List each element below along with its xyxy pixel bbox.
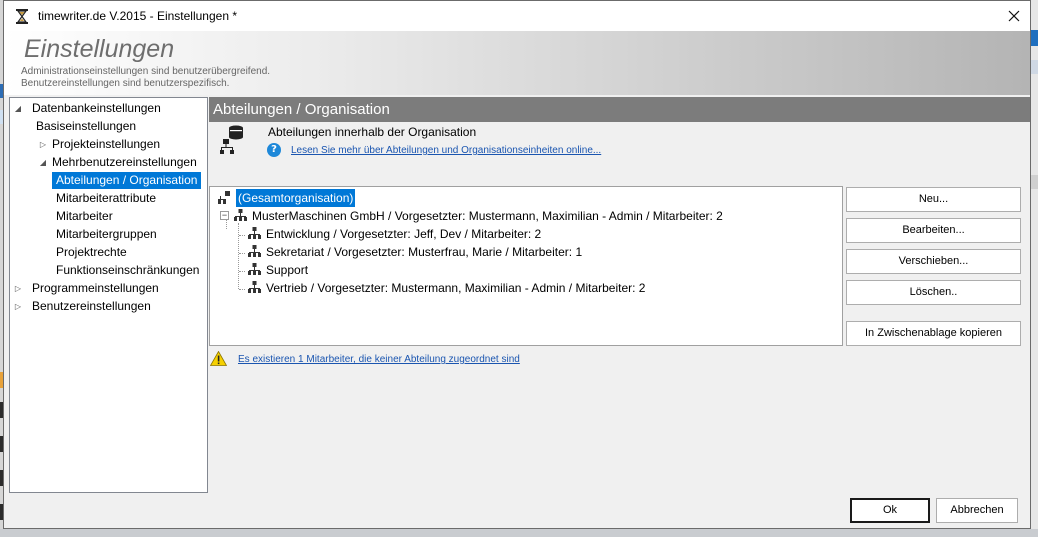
nav-item-label: Abteilungen / Organisation [52, 172, 202, 189]
nav-item-label: Projekteinstellungen [52, 137, 161, 151]
tree-node-label: Vertrieb / Vorgesetzter: Mustermann, Max… [266, 281, 646, 295]
tree-node-label: MusterMaschinen GmbH / Vorgesetzter: Mus… [252, 209, 723, 223]
settings-dialog: timewriter.de V.2015 - Einstellungen * E… [3, 0, 1031, 529]
nav-item-mitarbeitergruppen[interactable]: Mitarbeitergruppen [10, 226, 207, 243]
nav-item-mitarbeiterattribute[interactable]: Mitarbeiterattribute [10, 190, 207, 207]
settings-nav-tree[interactable]: ◢ Datenbankeinstellungen Basiseinstellun… [9, 97, 208, 493]
org-unit-icon [248, 245, 261, 257]
org-unit-icon [234, 209, 247, 221]
nav-item-label: Mitarbeitergruppen [56, 227, 157, 241]
nav-item-label: Benutzereinstellungen [32, 299, 151, 313]
nav-item-abteilungen-organisation[interactable]: Abteilungen / Organisation [10, 172, 207, 189]
new-button[interactable]: Neu... [846, 187, 1021, 212]
header-subtitle-line1: Administrationseinstellungen sind benutz… [21, 66, 271, 77]
expanded-arrow-icon[interactable]: ◢ [38, 154, 48, 171]
tree-node-mustermaschinen[interactable]: − MusterMaschinen GmbH / Vorgesetzter: M… [216, 207, 836, 225]
tree-node-sekretariat[interactable]: Sekretariat / Vorgesetzter: Musterfrau, … [216, 243, 836, 261]
edit-button[interactable]: Bearbeiten... [846, 218, 1021, 243]
nav-item-datenbankeinstellungen[interactable]: ◢ Datenbankeinstellungen [10, 100, 207, 117]
tree-node-support[interactable]: Support [216, 261, 836, 279]
help-link[interactable]: Lesen Sie mehr über Abteilungen und Orga… [291, 145, 601, 156]
header-subtitle: Administrationseinstellungen sind benutz… [21, 66, 270, 90]
tree-node-entwicklung[interactable]: Entwicklung / Vorgesetzter: Jeff, Dev / … [216, 225, 836, 243]
warning-icon [210, 351, 227, 366]
window-title: timewriter.de V.2015 - Einstellungen * [38, 9, 238, 23]
collapsed-arrow-icon[interactable]: ▷ [13, 298, 23, 315]
tree-node-label: Entwicklung / Vorgesetzter: Jeff, Dev / … [266, 227, 542, 241]
nav-item-programmeinstellungen[interactable]: ▷ Programmeinstellungen [10, 280, 207, 297]
ok-button[interactable]: Ok [850, 498, 930, 523]
nav-item-label: Mitarbeiterattribute [56, 191, 157, 205]
section-header: Abteilungen / Organisation [209, 97, 1030, 122]
move-button[interactable]: Verschieben... [846, 249, 1021, 274]
nav-item-label: Basiseinstellungen [36, 119, 137, 133]
nav-item-basiseinstellungen[interactable]: Basiseinstellungen [10, 118, 207, 135]
tree-node-label: Support [266, 263, 309, 277]
nav-item-label: Programmeinstellungen [32, 281, 159, 295]
nav-item-projekteinstellungen[interactable]: ▷ Projekteinstellungen [10, 136, 207, 153]
tree-node-gesamtorganisation[interactable]: (Gesamtorganisation) [216, 189, 836, 207]
org-unit-icon [248, 281, 261, 293]
expanded-arrow-icon[interactable]: ◢ [13, 100, 23, 117]
organization-root-icon [218, 191, 230, 204]
background-taskbar [0, 529, 1038, 537]
hourglass-icon [16, 9, 28, 24]
nav-item-label: Mehrbenutzereinstellungen [52, 155, 197, 169]
nav-item-funktionseinschraenkungen[interactable]: Funktionseinschränkungen [10, 262, 207, 279]
nav-item-projektrechte[interactable]: Projektrechte [10, 244, 207, 261]
nav-item-label: Funktionseinschränkungen [56, 263, 200, 277]
help-icon: ? [267, 143, 281, 157]
nav-item-mitarbeiter[interactable]: Mitarbeiter [10, 208, 207, 225]
copy-to-clipboard-button[interactable]: In Zwischenablage kopieren [846, 321, 1021, 346]
background-window-right [1030, 0, 1038, 537]
collapsed-arrow-icon[interactable]: ▷ [13, 280, 23, 297]
organization-database-icon [220, 125, 243, 154]
org-unit-icon [248, 263, 261, 275]
organization-tree[interactable]: (Gesamtorganisation) − MusterMaschinen G… [209, 186, 843, 346]
nav-item-label: Datenbankeinstellungen [32, 101, 161, 115]
header-title: Einstellungen [24, 35, 175, 63]
nav-item-label: Mitarbeiter [56, 209, 113, 223]
collapsed-arrow-icon[interactable]: ▷ [38, 136, 48, 153]
delete-button[interactable]: Löschen.. [846, 280, 1021, 305]
cancel-button[interactable]: Abbrechen [936, 498, 1018, 523]
close-icon [1008, 10, 1020, 22]
nav-item-label: Projektrechte [56, 245, 127, 259]
tree-node-vertrieb[interactable]: Vertrieb / Vorgesetzter: Mustermann, Max… [216, 279, 836, 297]
unassigned-employees-link[interactable]: Es existieren 1 Mitarbeiter, die keiner … [238, 354, 520, 365]
section-title: Abteilungen / Organisation [213, 101, 390, 118]
dialog-header: Einstellungen Administrationseinstellung… [4, 31, 1030, 95]
close-button[interactable] [998, 3, 1030, 29]
tree-node-label: (Gesamtorganisation) [236, 189, 356, 207]
collapse-minus-icon[interactable]: − [220, 211, 229, 220]
org-unit-icon [248, 227, 261, 239]
title-bar: timewriter.de V.2015 - Einstellungen * [4, 1, 1030, 31]
nav-item-benutzereinstellungen[interactable]: ▷ Benutzereinstellungen [10, 298, 207, 315]
tree-node-label: Sekretariat / Vorgesetzter: Musterfrau, … [266, 245, 583, 259]
header-subtitle-line2: Benutzereinstellungen sind benutzerspezi… [21, 78, 230, 89]
nav-item-mehrbenutzereinstellungen[interactable]: ◢ Mehrbenutzereinstellungen [10, 154, 207, 171]
section-heading: Abteilungen innerhalb der Organisation [268, 125, 477, 139]
